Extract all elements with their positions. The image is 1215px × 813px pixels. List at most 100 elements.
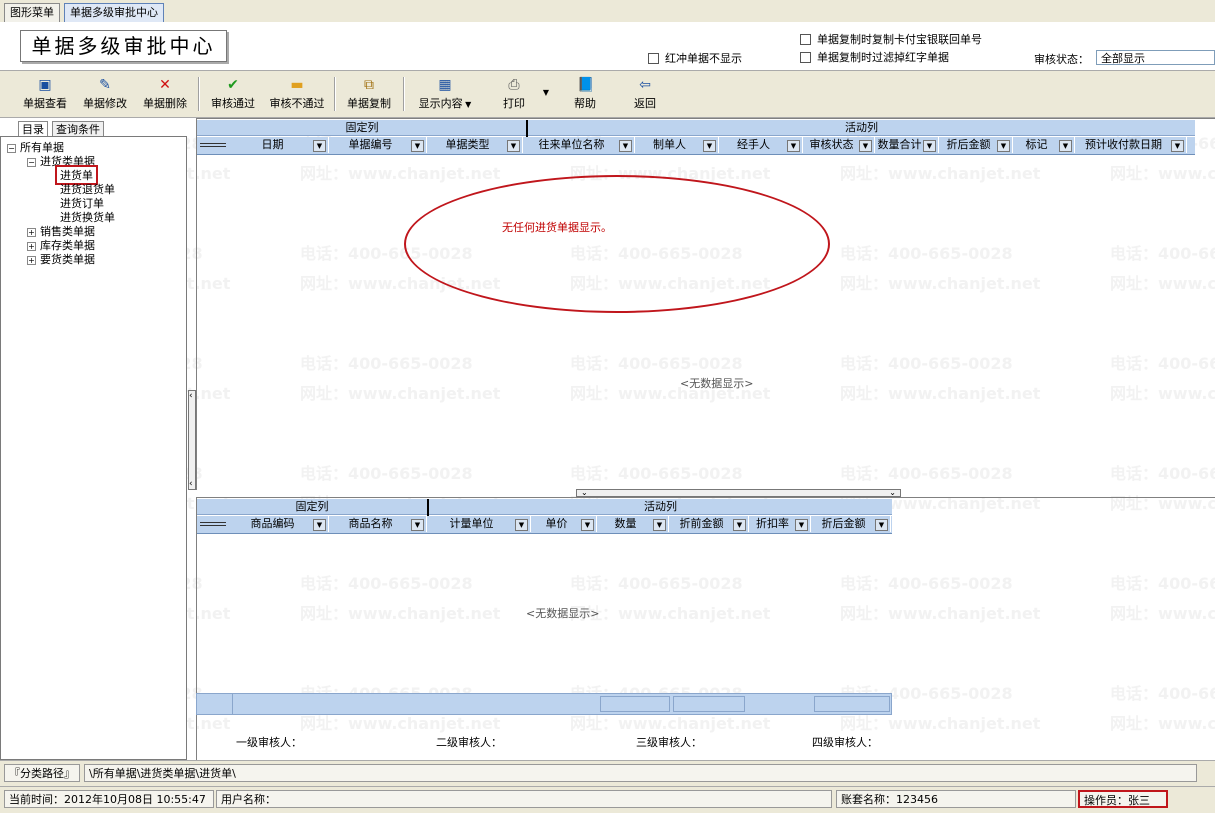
tab-approval-center[interactable]: 单据多级审批中心 xyxy=(64,3,164,22)
toolbar-separator xyxy=(334,77,336,111)
copy-filter-red-checkbox[interactable]: 单据复制时过滤掉红字单据 xyxy=(800,49,949,65)
back-button[interactable]: ⇦ 返回 xyxy=(628,77,662,113)
tab-directory[interactable]: 目录 xyxy=(18,121,48,137)
column-header[interactable]: 往来单位名称 ▼ xyxy=(523,137,635,153)
column-header[interactable]: 审核状态 ▼ xyxy=(803,137,875,153)
copy-bank-receipt-checkbox[interactable]: 单据复制时复制卡付宝银联回单号 xyxy=(800,31,982,47)
reject-button[interactable]: ▬ 审核不通过 xyxy=(265,77,329,113)
column-header[interactable]: 标记 ▼ xyxy=(1013,137,1075,153)
column-header[interactable]: 计量单位 ▼ xyxy=(427,516,531,532)
chevron-down-icon: ▼ xyxy=(542,88,550,97)
column-filter-dropdown-icon[interactable]: ▼ xyxy=(875,519,888,531)
column-filter-dropdown-icon[interactable]: ▼ xyxy=(515,519,528,531)
column-header-label: 日期 xyxy=(261,138,284,151)
column-filter-dropdown-icon[interactable]: ▼ xyxy=(733,519,746,531)
column-header[interactable]: 单据编号 ▼ xyxy=(329,137,427,153)
expand-icon[interactable]: + xyxy=(27,255,36,265)
column-header[interactable]: 数量合计 ▼ xyxy=(875,137,939,153)
button-label: 返回 xyxy=(634,97,656,110)
item-detail-grid xyxy=(196,497,1215,760)
horizontal-splitter[interactable]: ⌄ ⌄ xyxy=(576,489,901,497)
column-header[interactable]: 折后金额 ▼ xyxy=(811,516,891,532)
column-header[interactable]: 单价 ▼ xyxy=(531,516,597,532)
column-header[interactable]: 制单人 ▼ xyxy=(635,137,719,153)
checkbox-box[interactable] xyxy=(800,51,811,63)
category-path-bar: 『分类路径』 \所有单据\进货类单据\进货单\ xyxy=(0,760,1215,787)
checkbox-box[interactable] xyxy=(648,52,659,64)
approver-level-2: 二级审核人： xyxy=(436,736,502,749)
column-header[interactable]: 商品名称 ▼ xyxy=(329,516,427,532)
approver-level-1: 一级审核人： xyxy=(236,736,302,749)
column-header[interactable]: 折后金额 ▼ xyxy=(939,137,1013,153)
column-filter-dropdown-icon[interactable]: ▼ xyxy=(581,519,594,531)
fixed-columns-group: 固定列 xyxy=(197,499,427,515)
column-header-label: 商品编码 xyxy=(250,517,295,530)
column-filter-dropdown-icon[interactable]: ▼ xyxy=(619,140,632,152)
column-header[interactable]: 商品编码 ▼ xyxy=(231,516,329,532)
column-filter-dropdown-icon[interactable]: ▼ xyxy=(703,140,716,152)
column-filter-dropdown-icon[interactable]: ▼ xyxy=(653,519,666,531)
column-header[interactable]: 数量 ▼ xyxy=(597,516,669,532)
view-document-button[interactable]: ▣ 单据查看 xyxy=(18,77,72,113)
column-header-label: 往来单位名称 xyxy=(538,138,605,151)
column-filter-dropdown-icon[interactable]: ▼ xyxy=(313,140,326,152)
column-filter-dropdown-icon[interactable]: ▼ xyxy=(507,140,520,152)
reject-pill-icon: ▬ xyxy=(290,77,304,93)
edit-document-button[interactable]: ✎ 单据修改 xyxy=(78,77,132,113)
column-filter-dropdown-icon[interactable]: ▼ xyxy=(997,140,1010,152)
collapse-icon[interactable]: − xyxy=(27,157,36,167)
column-header-label: 制单人 xyxy=(653,138,686,151)
column-header[interactable]: 折扣率 ▼ xyxy=(749,516,811,532)
checkbox-box[interactable] xyxy=(800,33,811,45)
column-header[interactable]: 经手人 ▼ xyxy=(719,137,803,153)
column-header[interactable]: 预计收付款日期 ▼ xyxy=(1075,137,1187,153)
column-filter-dropdown-icon[interactable]: ▼ xyxy=(411,140,424,152)
column-filter-dropdown-icon[interactable]: ▼ xyxy=(1171,140,1184,152)
column-filter-dropdown-icon[interactable]: ▼ xyxy=(787,140,800,152)
print-dropdown-button[interactable]: ▼ xyxy=(540,85,552,121)
column-header[interactable]: 折前金额 ▼ xyxy=(669,516,749,532)
tree-item-request[interactable]: + 要货类单据 xyxy=(27,251,95,267)
page-title-logo: 单据多级审批中心 xyxy=(20,30,227,62)
tab-query-conditions[interactable]: 查询条件 xyxy=(52,121,104,137)
approve-button[interactable]: ✔ 审核通过 xyxy=(205,77,261,113)
operator-name: 操作员：张三 xyxy=(1078,790,1168,808)
column-filter-dropdown-icon[interactable]: ▼ xyxy=(411,519,424,531)
button-label: 审核不通过 xyxy=(269,97,325,110)
chevron-left-icon: ‹ xyxy=(189,479,193,489)
hide-red-reverse-checkbox[interactable]: 红冲单据不显示 xyxy=(648,50,742,66)
print-button[interactable]: ⎙ 打印 xyxy=(494,77,534,113)
expand-icon[interactable]: + xyxy=(27,241,36,251)
column-filter-dropdown-icon[interactable]: ▼ xyxy=(859,140,872,152)
expand-icon[interactable]: + xyxy=(27,227,36,237)
column-header-label: 折后金额 xyxy=(946,138,991,151)
collapse-icon[interactable]: − xyxy=(7,143,16,153)
button-label: 单据修改 xyxy=(83,97,127,110)
chevron-down-icon: ▼ xyxy=(462,100,472,109)
column-header[interactable]: 日期 ▼ xyxy=(231,137,329,153)
column-filter-dropdown-icon[interactable]: ▼ xyxy=(923,140,936,152)
column-filter-dropdown-icon[interactable]: ▼ xyxy=(313,519,326,531)
row-selector-handle[interactable] xyxy=(197,137,229,153)
toolbar-separator xyxy=(403,77,405,111)
audit-status-label: 审核状态： xyxy=(1034,53,1089,66)
display-content-button[interactable]: ▦ 显示内容 ▼ xyxy=(410,77,480,113)
row-selector-handle[interactable] xyxy=(197,516,229,532)
lower-grid-header: 商品编码 ▼ 商品名称 ▼ 计量单位 ▼ 单价 ▼ 数量 ▼ 折前金额 ▼ 折扣率 ▼ 折后金额 ▼ xyxy=(197,516,892,534)
upper-grid-header: 日期 ▼ 单据编号 ▼ 单据类型 ▼ 往来单位名称 ▼ 制单人 ▼ 经手人 ▼ 审核状态 ▼ 数量合计 ▼ 折后… xyxy=(197,137,1195,155)
chevron-left-icon: ‹ xyxy=(189,391,193,401)
delete-document-button[interactable]: ✕ 单据删除 xyxy=(138,77,192,113)
column-header-label: 数量 xyxy=(614,517,637,530)
chevron-down-icon: ⌄ xyxy=(889,488,896,497)
column-filter-dropdown-icon[interactable]: ▼ xyxy=(1059,140,1072,152)
help-button[interactable]: 📘 帮助 xyxy=(568,77,602,113)
tree-label: 要货类单据 xyxy=(40,253,95,266)
audit-status-select[interactable]: 全部显示 xyxy=(1096,50,1215,65)
copy-document-button[interactable]: ⧉ 单据复制 xyxy=(342,77,396,113)
user-name: 用户名称： xyxy=(216,790,832,808)
pen-icon: ✎ xyxy=(99,77,111,93)
column-filter-dropdown-icon[interactable]: ▼ xyxy=(795,519,808,531)
column-header[interactable]: 单据类型 ▼ xyxy=(427,137,523,153)
tab-graphic-menu[interactable]: 图形菜单 xyxy=(4,3,60,22)
vertical-splitter[interactable]: ‹ ‹ xyxy=(188,390,196,490)
